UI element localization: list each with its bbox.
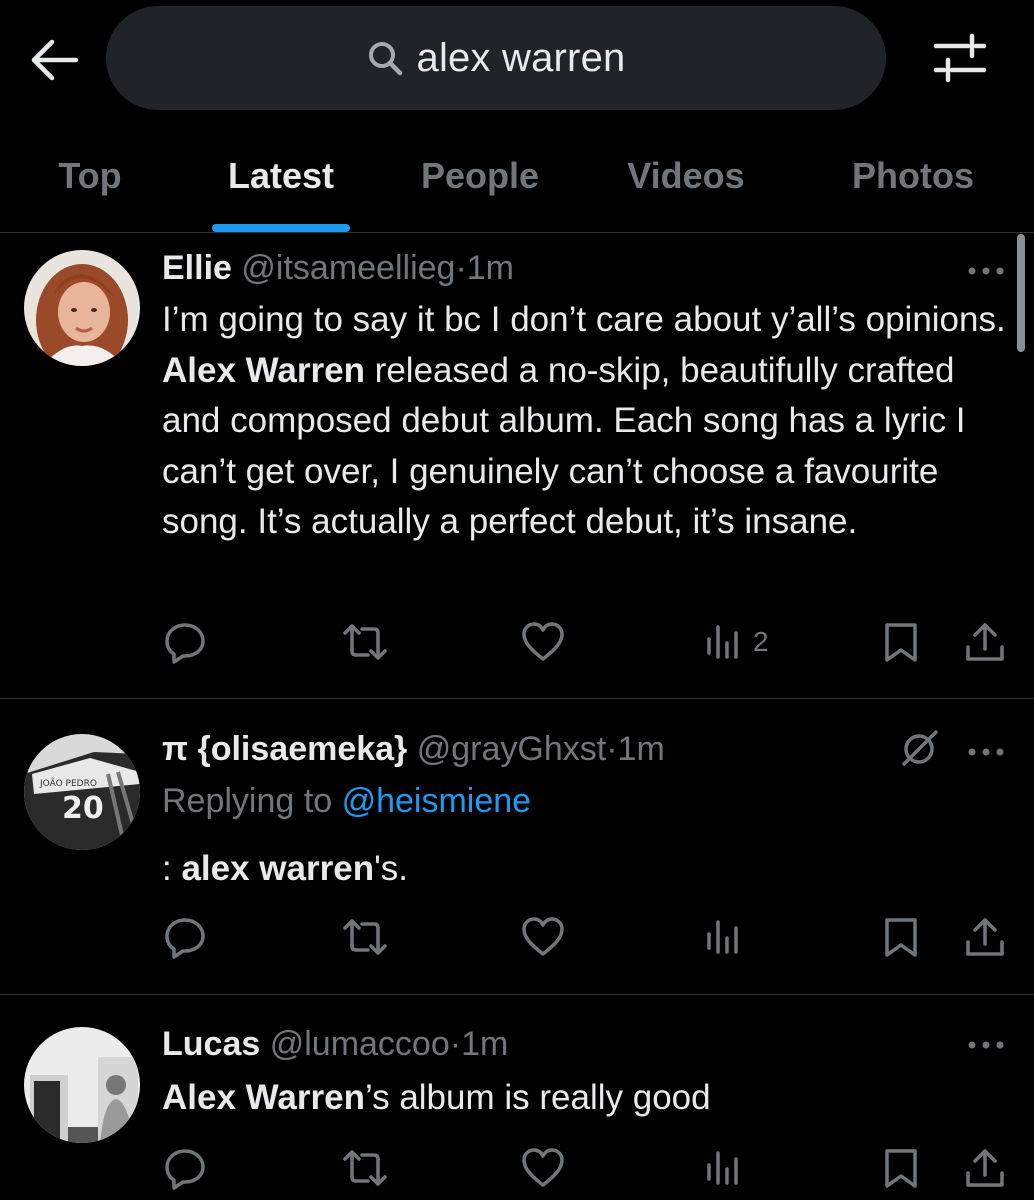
bookmark-icon [885, 1149, 917, 1188]
avatar[interactable]: JOÃO PEDRO 20 [24, 734, 140, 850]
text-segment: 's. [374, 849, 408, 888]
search-settings-icon[interactable] [932, 32, 988, 84]
tweet-actions: 2 [0, 617, 1034, 667]
author-name[interactable]: Lucas [162, 1025, 260, 1063]
tweet[interactable]: Ellie @itsameellieg·1m I’m going to say … [0, 233, 1034, 699]
search-query: alex warren [416, 35, 626, 80]
highlighted-term: Alex Warren [162, 1078, 365, 1117]
analytics-icon [707, 625, 738, 659]
tweet[interactable]: Lucas @lumaccoo·1m Alex Warren’s album i… [0, 995, 1034, 1200]
analytics-icon [707, 920, 738, 954]
author-handle[interactable]: @grayGhxst [417, 730, 606, 768]
tweet[interactable]: JOÃO PEDRO 20 π {olisaemeka} @grayGhxst·… [0, 698, 1034, 995]
bookmark-button[interactable] [878, 1143, 924, 1193]
repost-button[interactable] [340, 617, 390, 667]
highlighted-term: Alex Warren [162, 350, 365, 390]
share-icon [966, 1149, 1004, 1187]
separator-dot: · [606, 730, 618, 768]
author-name[interactable]: π {olisaemeka} [162, 730, 407, 768]
reply-mention-link[interactable]: @heismiene [342, 782, 532, 820]
tweet-text: Alex Warren’s album is really good [162, 1073, 1012, 1124]
author-handle[interactable]: @lumaccoo [270, 1025, 450, 1063]
text-segment: I’m going to say it bc I don’t care abou… [162, 300, 1006, 339]
reply-icon [165, 623, 205, 664]
search-icon [368, 42, 402, 76]
reply-button[interactable] [162, 617, 208, 667]
views-button[interactable] [703, 912, 743, 962]
separator-dot: · [455, 249, 467, 287]
repost-button[interactable] [340, 1143, 390, 1193]
search-field[interactable]: alex warren [106, 6, 886, 110]
author-handle[interactable]: @itsameellieg [241, 249, 455, 287]
timestamp[interactable]: 1m [618, 730, 665, 768]
tweet-text: I’m going to say it bc I don’t care abou… [162, 295, 1012, 548]
like-button[interactable] [520, 912, 566, 962]
repost-button[interactable] [340, 912, 390, 962]
timestamp[interactable]: 1m [461, 1025, 508, 1063]
reply-icon [165, 918, 205, 959]
like-button[interactable] [520, 617, 566, 667]
heart-icon [522, 917, 564, 956]
tweet-header: π {olisaemeka} @grayGhxst·1m [162, 730, 665, 769]
tab-label: Top [58, 155, 122, 196]
bookmark-icon [885, 623, 917, 662]
back-arrow-icon[interactable] [28, 36, 80, 84]
tab-latest[interactable]: Latest [196, 120, 366, 232]
search-tabs: Top Latest People Videos Photos [0, 120, 1034, 233]
tab-label: Latest [227, 155, 335, 196]
text-segment: : [162, 849, 182, 888]
replying-to: Replying to @heismiene [162, 782, 531, 821]
bookmark-button[interactable] [878, 912, 924, 962]
tab-people[interactable]: People [400, 120, 560, 232]
tweet-header: Ellie @itsameellieg·1m [162, 249, 514, 288]
reply-button[interactable] [162, 1143, 208, 1193]
avatar[interactable] [24, 250, 140, 366]
text-segment: ’s album is really good [364, 1078, 711, 1117]
share-icon [966, 623, 1004, 661]
heart-icon [522, 622, 564, 661]
reply-button[interactable] [162, 912, 208, 962]
repost-icon [343, 919, 387, 955]
tweet-text: : alex warren's. [162, 844, 1012, 895]
like-button[interactable] [520, 1143, 566, 1193]
highlighted-term: alex warren [181, 849, 375, 888]
top-bar: alex warren [0, 0, 1034, 120]
grok-icon[interactable] [898, 728, 940, 770]
avatar[interactable] [24, 1027, 140, 1143]
tab-label: Videos [627, 155, 745, 196]
analytics-icon [707, 1151, 738, 1185]
share-icon [966, 918, 1004, 956]
share-button[interactable] [962, 617, 1008, 667]
active-tab-indicator [212, 224, 350, 232]
tab-photos[interactable]: Photos [828, 120, 998, 232]
author-name[interactable]: Ellie [162, 249, 232, 287]
svg-text:20: 20 [62, 791, 104, 826]
tweet-actions [0, 912, 1034, 962]
tweet-actions [0, 1143, 1034, 1193]
tab-videos[interactable]: Videos [606, 120, 766, 232]
replying-label: Replying to [162, 782, 333, 820]
share-button[interactable] [962, 912, 1008, 962]
tab-label: Photos [852, 155, 974, 196]
views-button[interactable] [703, 1143, 743, 1193]
repost-icon [343, 1150, 387, 1186]
tweet-header: Lucas @lumaccoo·1m [162, 1025, 508, 1064]
bookmark-icon [885, 918, 917, 957]
tab-label: People [420, 155, 540, 196]
timestamp[interactable]: 1m [467, 249, 514, 287]
svg-text:JOÃO PEDRO: JOÃO PEDRO [39, 778, 97, 789]
heart-icon [522, 1148, 564, 1187]
view-count: 2 [753, 626, 769, 657]
repost-icon [343, 624, 387, 660]
reply-icon [165, 1149, 205, 1190]
more-options-icon[interactable] [966, 740, 1006, 764]
more-options-icon[interactable] [966, 1033, 1006, 1057]
separator-dot: · [449, 1025, 462, 1063]
bookmark-button[interactable] [878, 617, 924, 667]
share-button[interactable] [962, 1143, 1008, 1193]
more-options-icon[interactable] [966, 259, 1006, 283]
views-button[interactable]: 2 [703, 617, 769, 667]
tab-top[interactable]: Top [30, 120, 150, 232]
